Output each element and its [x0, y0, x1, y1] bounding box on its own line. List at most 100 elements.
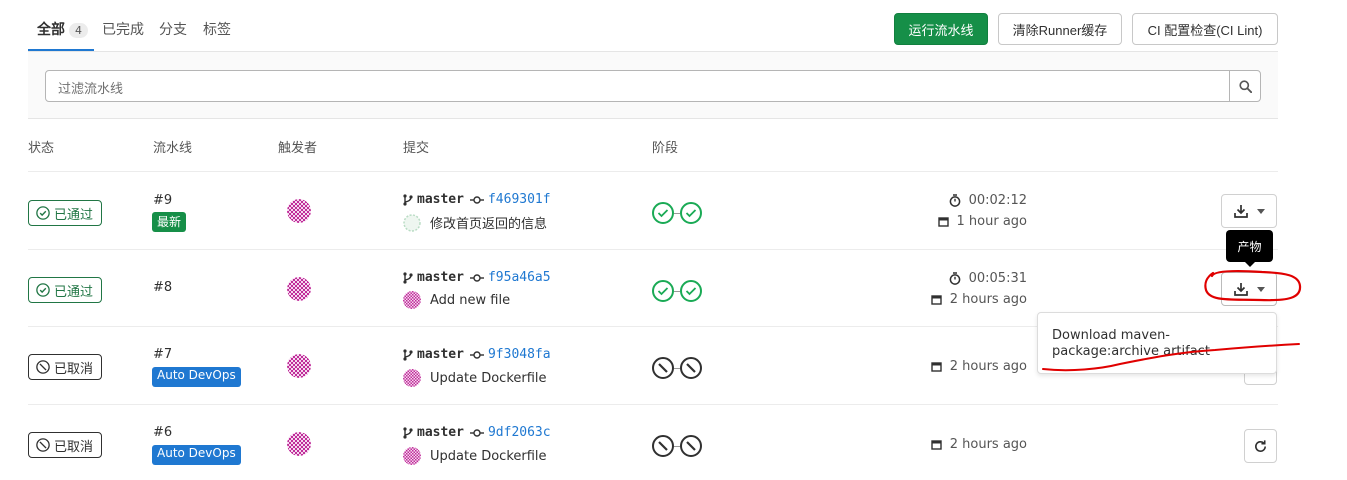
stage-status-button[interactable] [652, 280, 674, 302]
calendar-icon [931, 362, 942, 372]
branch-icon [403, 271, 413, 284]
status-label: 已取消 [54, 439, 94, 455]
finished-time: 2 hours ago [949, 292, 1027, 307]
column-header-triggerer: 触发者 [278, 141, 318, 156]
canceled-icon [686, 441, 696, 451]
ci-lint-button[interactable]: CI 配置检查(CI Lint) [1132, 13, 1278, 45]
retry-button[interactable] [1244, 429, 1277, 463]
commit-icon [469, 428, 484, 437]
pipeline-finished-at: 1 hour ago [937, 214, 1027, 229]
tab-finished[interactable]: 已完成 [102, 19, 144, 39]
download-icon [1233, 205, 1248, 218]
table-row: 已通过 #9 最新 master f469301f 修改首页返回的信息 00:0… [28, 171, 1278, 249]
retry-icon [1255, 439, 1266, 452]
commit-author-avatar[interactable] [403, 369, 421, 387]
branch-link[interactable]: master [417, 192, 464, 207]
commit-ref: master 9f3048fa [403, 347, 551, 362]
branch-link[interactable]: master [417, 270, 464, 285]
artifacts-dropdown-button[interactable] [1221, 194, 1277, 228]
stage-status-button[interactable] [680, 435, 702, 457]
commit-icon [469, 273, 484, 282]
column-header-stages: 阶段 [652, 141, 679, 156]
tab-all-label: 全部 [37, 22, 65, 38]
commit-sha-link[interactable]: 9df2063c [488, 425, 551, 440]
status-label: 已取消 [54, 361, 94, 377]
search-button[interactable] [1229, 70, 1261, 102]
avatar[interactable] [287, 199, 311, 223]
avatar[interactable] [287, 277, 311, 301]
commit-message: Update Dockerfile [403, 369, 547, 387]
commit-author-avatar[interactable] [403, 213, 421, 232]
status-badge[interactable]: 已取消 [28, 432, 103, 458]
branch-icon [403, 426, 413, 439]
pipeline-id-link[interactable]: #7 [153, 347, 172, 362]
status-badge[interactable]: 已通过 [28, 200, 103, 226]
avatar[interactable] [287, 354, 311, 378]
artifacts-dropdown-button[interactable] [1221, 272, 1277, 306]
commit-title-link[interactable]: 修改首页返回的信息 [430, 213, 547, 232]
finished-time: 2 hours ago [949, 437, 1027, 452]
stage-status-button[interactable] [680, 357, 702, 379]
status-canceled-icon [36, 438, 50, 452]
check-icon [685, 287, 697, 296]
pipeline-stages [652, 202, 702, 224]
commit-title-link[interactable]: Update Dockerfile [430, 449, 547, 464]
pipeline-id-link[interactable]: #8 [153, 280, 172, 295]
branch-link[interactable]: master [417, 425, 464, 440]
commit-sha-link[interactable]: f95a46a5 [488, 270, 551, 285]
tab-tags[interactable]: 标签 [203, 19, 231, 39]
timer-icon [949, 272, 960, 285]
branch-link[interactable]: master [417, 347, 464, 362]
calendar-icon [931, 295, 942, 305]
canceled-icon [658, 363, 668, 373]
commit-sha-link[interactable]: 9f3048fa [488, 347, 551, 362]
commit-ref: master f95a46a5 [403, 270, 551, 285]
avatar[interactable] [287, 432, 311, 456]
tooltip-arrow [1244, 261, 1256, 267]
column-header-pipeline: 流水线 [153, 141, 193, 156]
pipeline-stages [652, 435, 702, 457]
duration-value: 00:02:12 [968, 193, 1027, 208]
search-icon [1238, 79, 1252, 93]
commit-author-avatar[interactable] [403, 447, 421, 465]
pipeline-finished-at: 2 hours ago [931, 359, 1027, 374]
artifacts-dropdown-menu: Download maven-package:archive artifact [1037, 312, 1277, 374]
status-badge[interactable]: 已通过 [28, 277, 103, 303]
auto-devops-badge: Auto DevOps [152, 367, 241, 387]
tab-all-count: 4 [69, 23, 88, 38]
timer-icon [949, 194, 960, 207]
commit-icon [469, 350, 484, 359]
chevron-down-icon [1256, 286, 1265, 292]
finished-time: 2 hours ago [949, 359, 1027, 374]
status-label: 已通过 [54, 207, 94, 223]
status-badge[interactable]: 已取消 [28, 354, 103, 380]
commit-sha-link[interactable]: f469301f [488, 192, 551, 207]
clear-runner-cache-button[interactable]: 清除Runner缓存 [998, 13, 1122, 45]
commit-message: 修改首页返回的信息 [403, 213, 547, 232]
active-tab-indicator [28, 49, 94, 51]
check-icon [685, 209, 697, 218]
stage-status-button[interactable] [652, 435, 674, 457]
pipeline-id-link[interactable]: #6 [153, 425, 172, 440]
stage-status-button[interactable] [652, 202, 674, 224]
run-pipeline-button[interactable]: 运行流水线 [894, 13, 988, 45]
table-row: 已取消 #6 Auto DevOps master 9df2063c Updat… [28, 404, 1278, 480]
tab-branches[interactable]: 分支 [159, 19, 187, 39]
stage-status-button[interactable] [652, 357, 674, 379]
pipeline-stages [652, 280, 702, 302]
pipeline-id-link[interactable]: #9 [153, 193, 172, 208]
download-artifact-menu-item[interactable]: Download maven-package:archive artifact [1052, 328, 1262, 360]
pipeline-finished-at: 2 hours ago [931, 292, 1027, 307]
commit-author-avatar[interactable] [403, 291, 421, 309]
commit-ref: master 9df2063c [403, 425, 551, 440]
status-label: 已通过 [54, 284, 94, 300]
artifacts-tooltip: 产物 [1226, 230, 1273, 262]
filter-pipelines-input[interactable]: 过滤流水线 [45, 70, 1230, 102]
stage-status-button[interactable] [680, 202, 702, 224]
commit-title-link[interactable]: Update Dockerfile [430, 371, 547, 386]
calendar-icon [937, 217, 949, 227]
stage-status-button[interactable] [680, 280, 702, 302]
tab-all[interactable]: 全部 4 [37, 19, 88, 39]
finished-time: 1 hour ago [956, 214, 1027, 229]
commit-title-link[interactable]: Add new file [430, 293, 510, 308]
